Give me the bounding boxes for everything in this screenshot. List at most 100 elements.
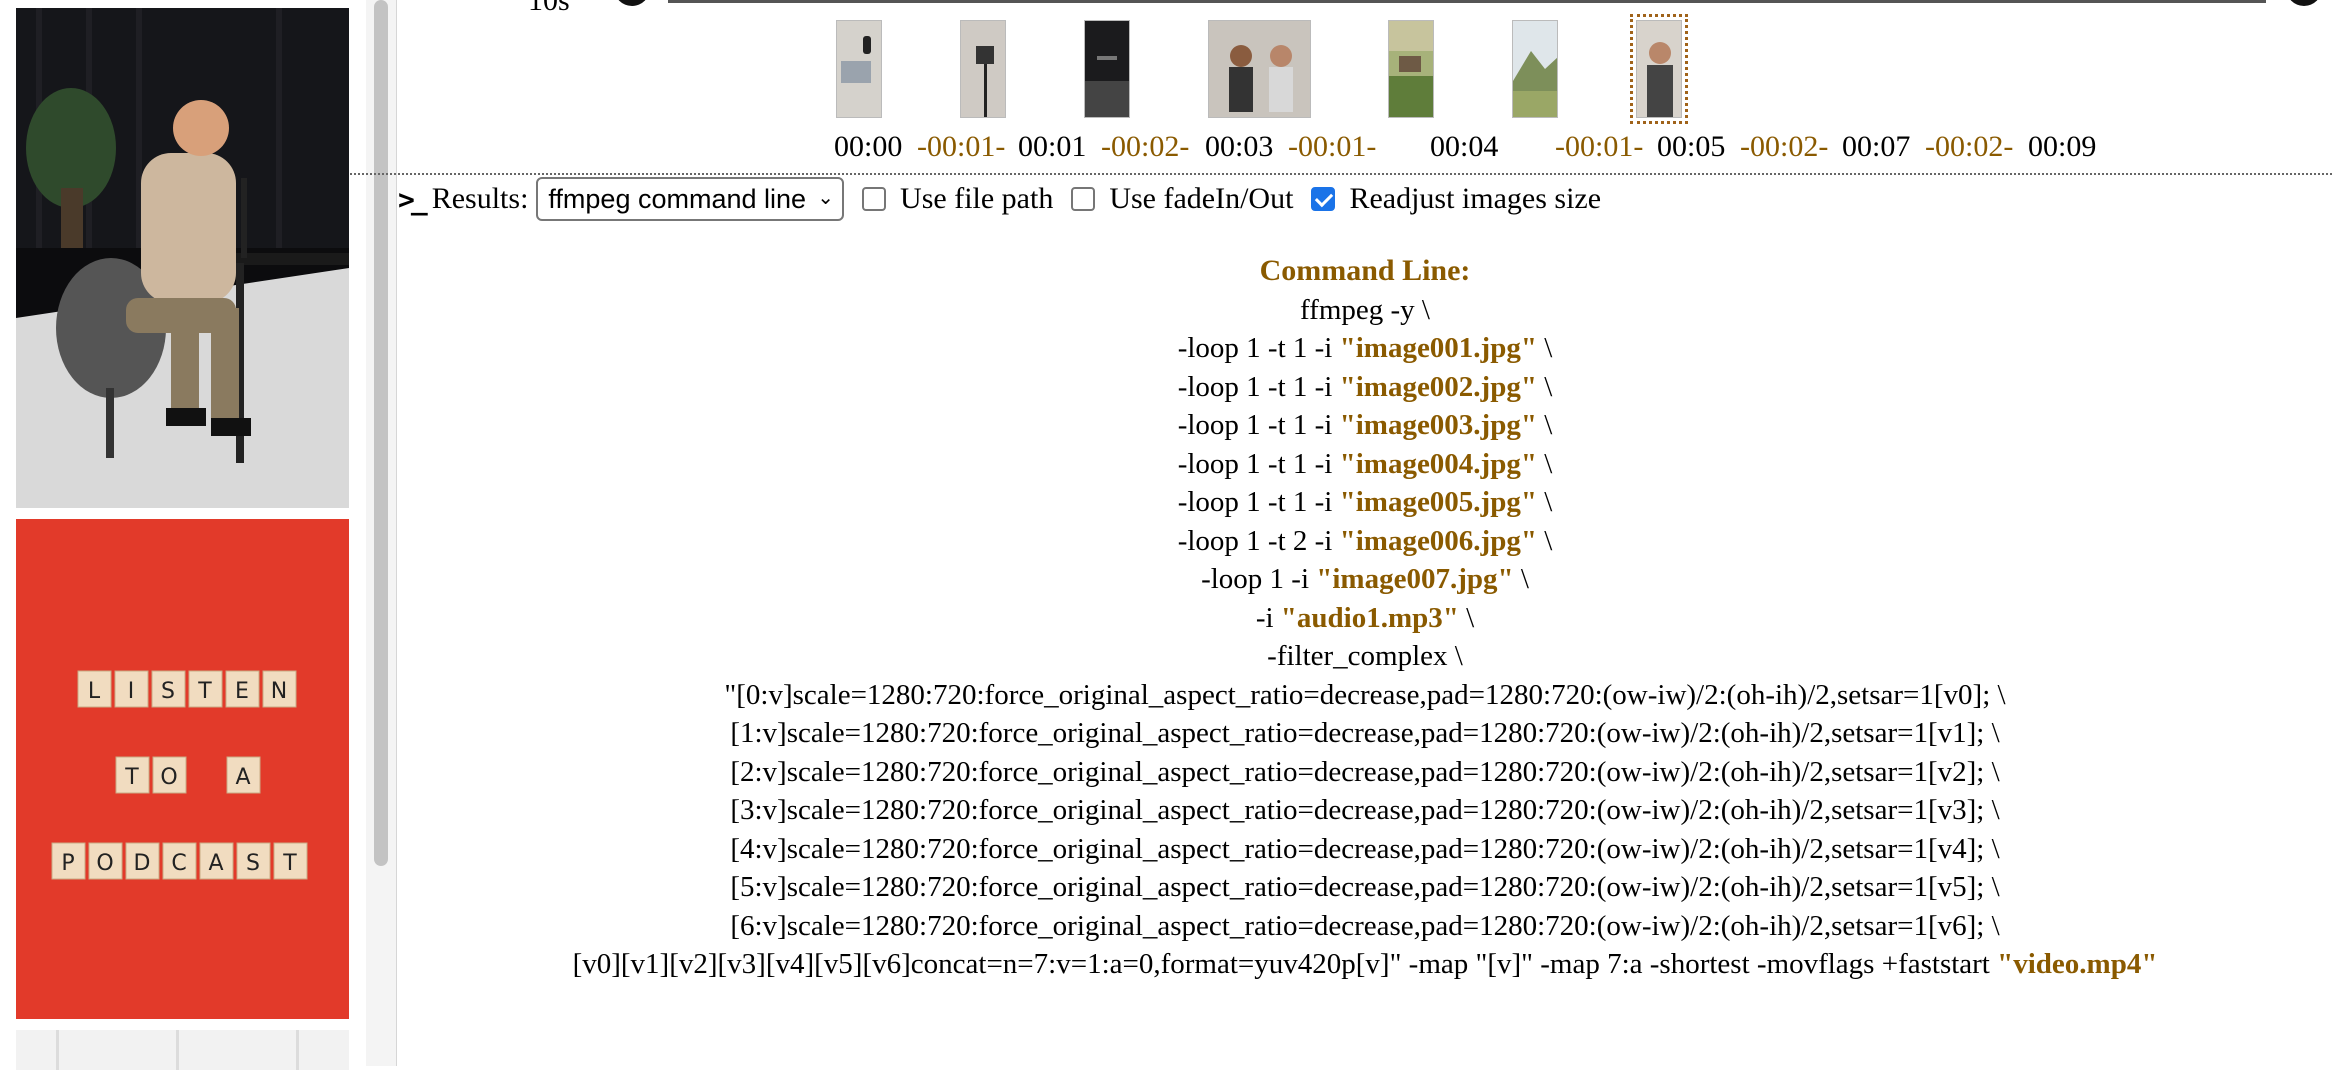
- command-line-input: -loop 1 -t 1 -i "image003.jpg" \: [398, 406, 2332, 445]
- letter-tile-char: E: [235, 679, 249, 704]
- partial-photo[interactable]: [16, 1030, 349, 1070]
- listen-to-a-podcast-photo[interactable]: LISTENTOAPODCAST: [16, 519, 349, 1019]
- command-line-input: -loop 1 -t 2 -i "image006.jpg" \: [398, 522, 2332, 561]
- use-fade-label[interactable]: Use fadeIn/Out: [1109, 182, 1293, 216]
- command-line-input: -loop 1 -i "image007.jpg" \: [398, 560, 2332, 599]
- input-suffix: \: [1536, 332, 1553, 364]
- image-gallery: LISTENTOAPODCAST: [0, 0, 360, 1070]
- clip-duration-2: -00:02-: [1101, 130, 1190, 163]
- command-output: Command Line: ffmpeg -y \ -loop 1 -t 1 -…: [398, 252, 2332, 984]
- input-prefix: -loop 1 -t 1 -i: [1177, 409, 1340, 441]
- clip-thumbnail-5[interactable]: [1388, 20, 1434, 118]
- letter-tile-char: I: [128, 679, 135, 704]
- input-suffix: \: [1536, 447, 1553, 480]
- concat-text: [v0][v1][v2][v3][v4][v5][v6]concat=n=7:v…: [572, 948, 1998, 980]
- chevron-down-icon: ⌄: [817, 187, 835, 209]
- input-file: "image002.jpg": [1339, 370, 1537, 403]
- clip-time-5: 00:05: [1657, 130, 1726, 163]
- command-line-filter: [5:v]scale=1280:720:force_original_aspec…: [730, 871, 2000, 903]
- input-prefix: -loop 1 -i: [1201, 563, 1317, 595]
- timeline: 10s 00:00 -00:01- 00:01 -00:02- 00:03 -0…: [398, 0, 2332, 175]
- results-format-value: ffmpeg command line: [548, 183, 807, 214]
- input-suffix: \: [1536, 409, 1553, 441]
- input-suffix: \: [1513, 563, 1529, 595]
- command-line-filter: [6:v]scale=1280:720:force_original_aspec…: [730, 909, 2000, 942]
- use-file-path-label[interactable]: Use file path: [900, 182, 1053, 216]
- input-file: "image004.jpg": [1339, 447, 1537, 480]
- clip-thumbnail-1[interactable]: [836, 20, 882, 118]
- input-prefix: -loop 1 -t 1 -i: [1177, 370, 1340, 403]
- input-suffix: \: [1536, 370, 1553, 403]
- input-suffix: \: [1536, 524, 1553, 557]
- letter-tile-char: S: [161, 679, 175, 704]
- input-prefix: -loop 1 -t 1 -i: [1177, 486, 1340, 518]
- results-toolbar: >_ Results: ffmpeg command line ⌄ Use fi…: [398, 177, 1601, 221]
- clip-time-4: 00:04: [1430, 130, 1499, 163]
- letter-tile-char: T: [197, 679, 212, 704]
- command-line-filter: [2:v]scale=1280:720:force_original_aspec…: [730, 755, 2000, 788]
- input-prefix: -loop 1 -t 1 -i: [1177, 332, 1340, 364]
- camera-tripod-thumbnail: [961, 21, 1005, 117]
- use-file-path-checkbox[interactable]: [862, 187, 887, 211]
- output-file: "video.mp4": [1997, 948, 2158, 980]
- clip-duration-3: -00:01-: [1288, 130, 1377, 163]
- laptop-mic-thumbnail: [837, 21, 881, 117]
- gallery-scrollbar[interactable]: [366, 0, 397, 1066]
- clip-thumbnail-6[interactable]: [1512, 20, 1558, 118]
- timeline-ruler-label: 10s: [528, 0, 570, 17]
- input-prefix: -loop 1 -t 2 -i: [1177, 524, 1340, 557]
- command-line-filter-complex: -filter_complex \: [1267, 640, 1463, 672]
- use-fade-checkbox[interactable]: [1071, 187, 1096, 211]
- clip-thumbnail-7[interactable]: [1630, 14, 1688, 124]
- two-hosts-thumbnail: [1209, 21, 1310, 117]
- input-file: "image007.jpg": [1316, 563, 1514, 595]
- clip-time-1: 00:00: [834, 130, 903, 163]
- input-suffix: \: [1458, 601, 1475, 634]
- cabin-meadow-thumbnail: [1389, 21, 1433, 117]
- clip-thumbnail-2[interactable]: [960, 20, 1006, 118]
- timeline-start-handle[interactable]: [614, 0, 650, 6]
- command-line-input: -i "audio1.mp3" \: [398, 599, 2332, 638]
- podcaster-photo[interactable]: [16, 8, 349, 508]
- command-line-concat: [v0][v1][v2][v3][v4][v5][v6]concat=n=7:v…: [398, 945, 2332, 984]
- clip-thumbnail-3[interactable]: [1084, 20, 1130, 118]
- podcaster-illustration: [16, 8, 349, 508]
- clip-time-3: 00:03: [1205, 130, 1274, 163]
- command-line-input: -loop 1 -t 1 -i "image005.jpg" \: [398, 483, 2332, 522]
- input-file: "image006.jpg": [1339, 524, 1537, 557]
- timeline-divider: [350, 173, 2332, 175]
- input-file: "image005.jpg": [1339, 486, 1537, 518]
- clip-duration-4: -00:01-: [1555, 130, 1644, 163]
- studio-thumbnail: [1085, 21, 1129, 117]
- letter-tile-char: T: [282, 851, 297, 876]
- command-line-input: -loop 1 -t 1 -i "image002.jpg" \: [398, 368, 2332, 407]
- letter-tile-char: P: [61, 851, 74, 876]
- results-label: Results:: [431, 182, 529, 215]
- command-line-filter: [4:v]scale=1280:720:force_original_aspec…: [730, 832, 2000, 865]
- terminal-icon: >_: [398, 182, 428, 216]
- command-title: Command Line:: [1259, 254, 1471, 287]
- readjust-images-checkbox[interactable]: [1311, 187, 1336, 211]
- results-format-select[interactable]: ffmpeg command line ⌄: [536, 177, 845, 221]
- letter-tile-char: C: [171, 851, 186, 876]
- clip-time-7: 00:09: [2028, 130, 2097, 163]
- timeline-end-handle[interactable]: [2286, 0, 2322, 6]
- timeline-track[interactable]: [668, 0, 2266, 3]
- clip-duration-1: -00:01-: [917, 130, 1006, 163]
- letter-tile-char: O: [160, 765, 177, 790]
- clip-time-6: 00:07: [1842, 130, 1911, 163]
- input-prefix: -i: [1255, 601, 1281, 634]
- command-line-filter: "[0:v]scale=1280:720:force_original_aspe…: [724, 678, 2006, 711]
- scrollbar-thumb[interactable]: [374, 0, 388, 866]
- input-file: "image001.jpg": [1339, 332, 1537, 364]
- command-line-input: -loop 1 -t 1 -i "image001.jpg" \: [398, 329, 2332, 368]
- clip-duration-6: -00:02-: [1925, 130, 2014, 163]
- clip-thumbnail-4[interactable]: [1208, 20, 1311, 118]
- command-line-filter: [1:v]scale=1280:720:force_original_aspec…: [730, 717, 2000, 749]
- host-with-mic-thumbnail: [1637, 21, 1681, 117]
- command-line-filter: [3:v]scale=1280:720:force_original_aspec…: [730, 794, 2000, 826]
- input-suffix: \: [1536, 486, 1553, 518]
- command-line-input: -loop 1 -t 1 -i "image004.jpg" \: [398, 445, 2332, 484]
- readjust-images-label[interactable]: Readjust images size: [1349, 182, 1601, 216]
- mountain-thumbnail: [1513, 21, 1557, 117]
